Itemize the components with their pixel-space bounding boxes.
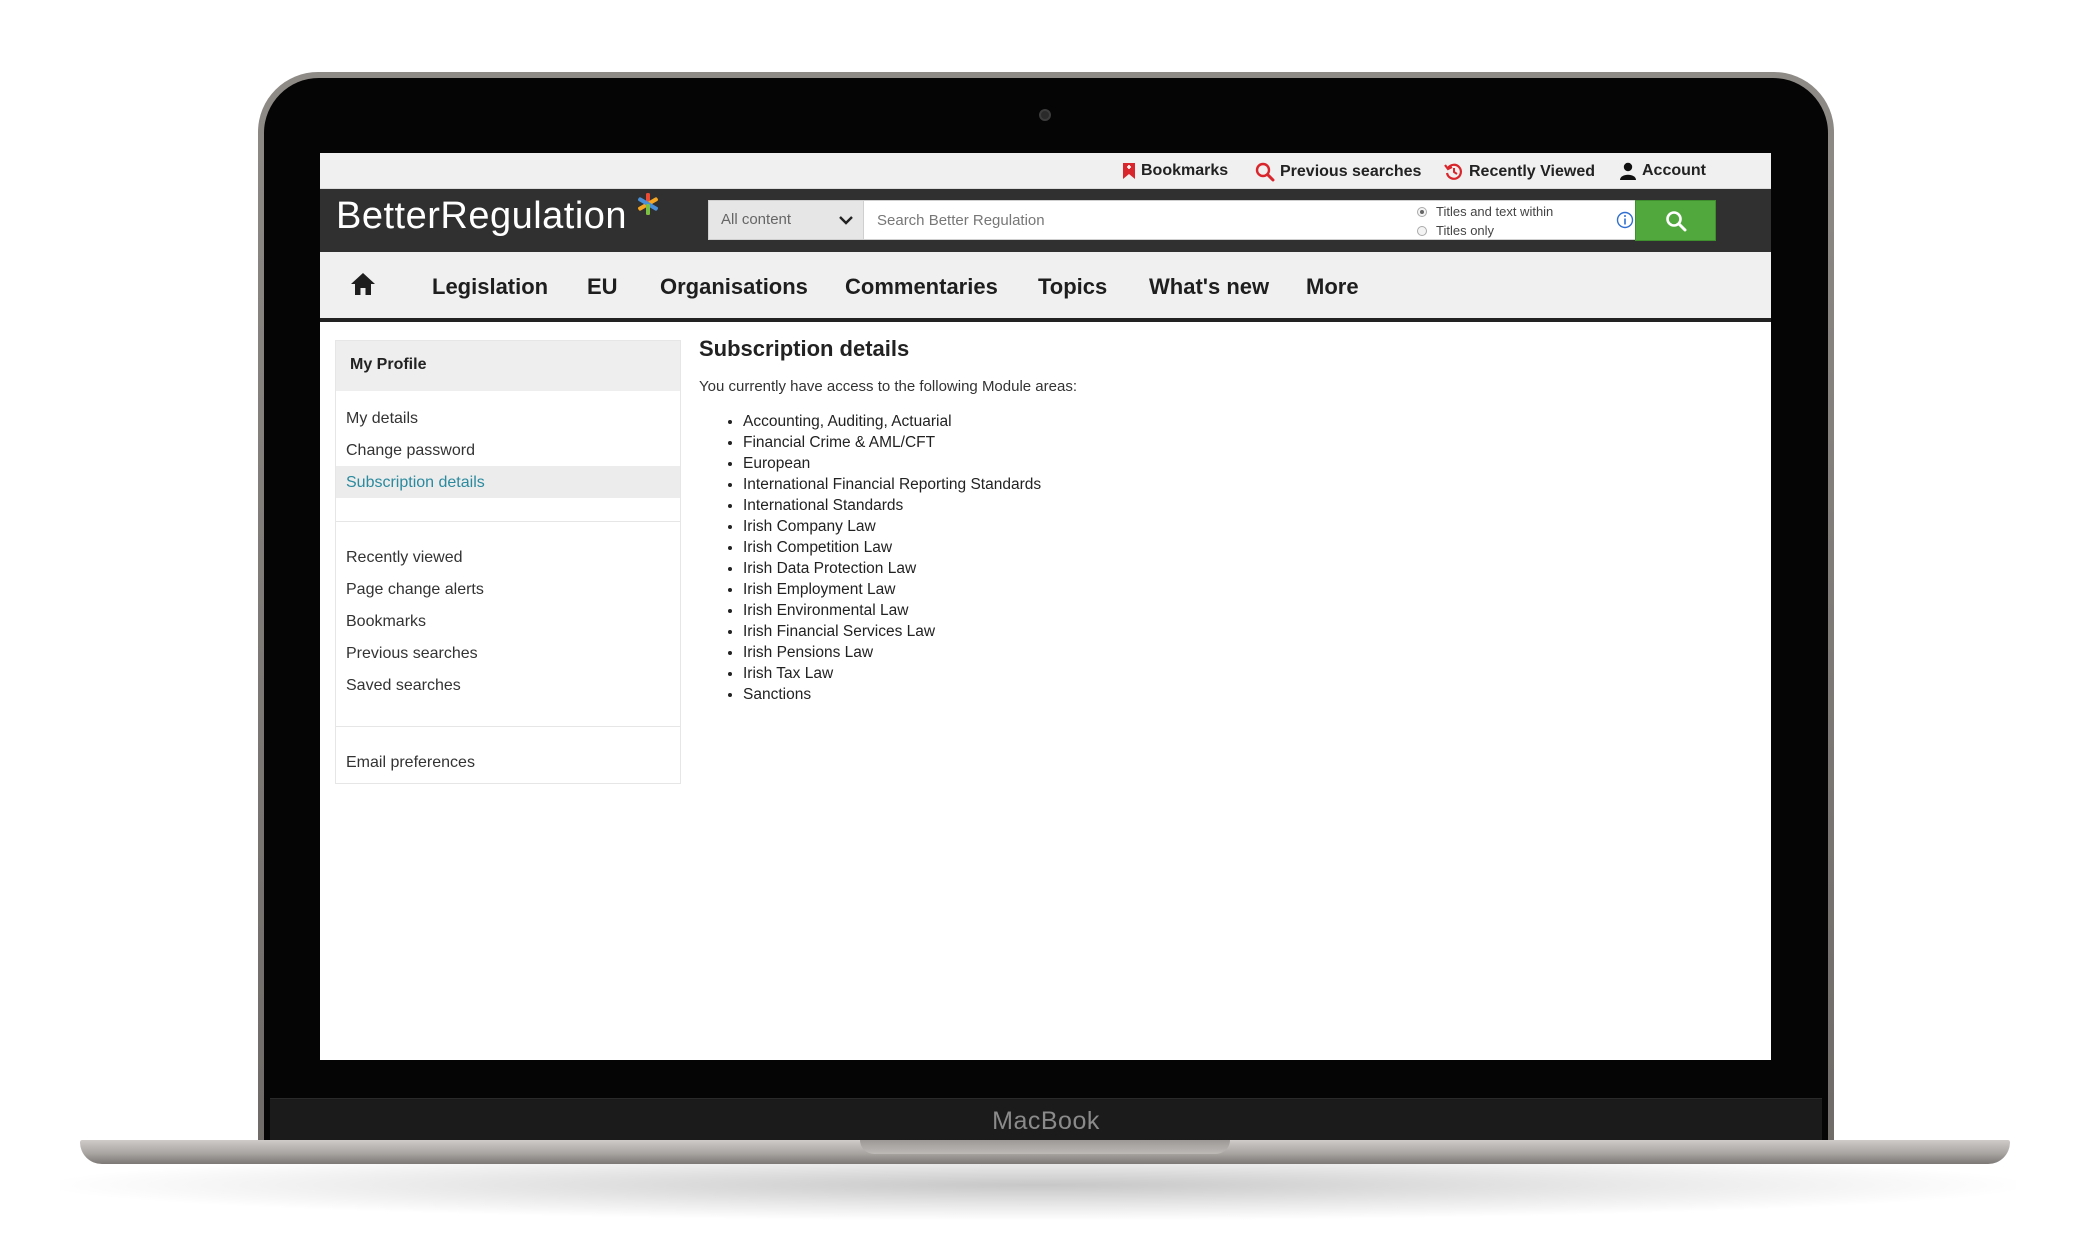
utility-bar: Bookmarks Previous searches Recently Vie… xyxy=(320,153,1771,189)
search-input[interactable] xyxy=(865,201,1405,239)
radio-titles-only[interactable]: Titles only xyxy=(1417,223,1494,238)
device-brand-label: MacBook xyxy=(992,1107,1100,1135)
radio-titles-only-label: Titles only xyxy=(1436,223,1495,238)
chevron-down-icon xyxy=(839,216,853,225)
nav-item-eu[interactable]: EU xyxy=(587,274,618,300)
sidebar-item-bookmarks[interactable]: Bookmarks xyxy=(346,613,426,631)
search-history-icon xyxy=(1255,162,1275,182)
search-icon xyxy=(1665,210,1686,231)
main-nav: Legislation EU Organisations Commentarie… xyxy=(320,252,1771,322)
radio-button[interactable] xyxy=(1417,225,1427,236)
list-item: Irish Tax Law xyxy=(743,663,1041,684)
sidebar-item-my-details[interactable]: My details xyxy=(346,410,418,428)
site-logo[interactable]: BetterRegulation xyxy=(336,195,627,238)
search-bar: All content Titles and text within Title… xyxy=(708,200,1684,240)
logo-text: BetterRegulation xyxy=(336,195,628,237)
bookmarks-label: Bookmarks xyxy=(1141,162,1229,179)
list-item: Financial Crime & AML/CFT xyxy=(743,432,1041,453)
list-item: International Financial Reporting Standa… xyxy=(743,474,1041,495)
sidebar-divider xyxy=(336,521,680,522)
recently-viewed-label: Recently Viewed xyxy=(1469,163,1595,180)
home-icon[interactable] xyxy=(350,272,376,296)
sidebar-header: My Profile xyxy=(336,341,680,391)
account-label: Account xyxy=(1642,162,1706,179)
recently-viewed-link[interactable]: Recently Viewed xyxy=(1444,162,1595,182)
user-icon xyxy=(1620,162,1636,180)
previous-searches-label: Previous searches xyxy=(1280,163,1422,180)
page-title: Subscription details xyxy=(699,336,910,361)
list-item: Irish Financial Services Law xyxy=(743,621,1041,642)
list-item: Irish Pensions Law xyxy=(743,642,1041,663)
camera-icon xyxy=(1039,109,1051,121)
list-item: Sanctions xyxy=(743,684,1041,705)
list-item: Irish Environmental Law xyxy=(743,600,1041,621)
scope-value: All content xyxy=(721,211,792,228)
radio-titles-and-text-label: Titles and text within xyxy=(1436,204,1554,219)
sidebar-title: My Profile xyxy=(350,356,427,373)
profile-sidebar: My Profile My details Change password Su… xyxy=(335,340,681,784)
list-item: Irish Data Protection Law xyxy=(743,558,1041,579)
list-item: Irish Company Law xyxy=(743,516,1041,537)
content-intro: You currently have access to the followi… xyxy=(699,378,1077,395)
list-item: Irish Competition Law xyxy=(743,537,1041,558)
list-item: European xyxy=(743,453,1041,474)
asterisk-logo-icon xyxy=(638,193,658,215)
bookmark-icon xyxy=(1123,163,1135,179)
nav-item-legislation[interactable]: Legislation xyxy=(432,274,548,300)
sidebar-item-change-password[interactable]: Change password xyxy=(346,442,475,460)
sidebar-item-subscription-details[interactable]: Subscription details xyxy=(346,474,485,492)
laptop-chin: MacBook xyxy=(270,1098,1822,1144)
laptop-notch xyxy=(860,1140,1230,1154)
history-icon xyxy=(1444,163,1462,180)
nav-item-topics[interactable]: Topics xyxy=(1038,274,1107,300)
sidebar-divider xyxy=(336,726,680,727)
browser-screen: Bookmarks Previous searches Recently Vie… xyxy=(320,153,1771,1060)
content-scope-select[interactable]: All content xyxy=(709,201,864,239)
sidebar-item-previous-searches[interactable]: Previous searches xyxy=(346,645,478,663)
previous-searches-link[interactable]: Previous searches xyxy=(1255,162,1421,182)
sidebar-item-email-preferences[interactable]: Email preferences xyxy=(346,754,475,772)
nav-item-more[interactable]: More xyxy=(1306,274,1359,300)
radio-titles-and-text[interactable]: Titles and text within xyxy=(1417,204,1553,219)
site-header: BetterRegulation All content Titles and … xyxy=(320,189,1771,252)
list-item: Irish Employment Law xyxy=(743,579,1041,600)
radio-button-checked[interactable] xyxy=(1417,206,1427,217)
nav-item-organisations[interactable]: Organisations xyxy=(660,274,808,300)
search-button[interactable] xyxy=(1635,200,1716,241)
nav-item-commentaries[interactable]: Commentaries xyxy=(845,274,998,300)
list-item: International Standards xyxy=(743,495,1041,516)
sidebar-item-recently-viewed[interactable]: Recently viewed xyxy=(346,549,463,567)
info-icon[interactable] xyxy=(1616,211,1634,229)
sidebar-item-page-change-alerts[interactable]: Page change alerts xyxy=(346,581,484,599)
account-link[interactable]: Account xyxy=(1619,162,1706,180)
nav-item-whats-new[interactable]: What's new xyxy=(1149,274,1269,300)
module-list: Accounting, Auditing, Actuarial Financia… xyxy=(743,411,1041,705)
sidebar-item-saved-searches[interactable]: Saved searches xyxy=(346,677,461,695)
bookmarks-link[interactable]: Bookmarks xyxy=(1122,162,1228,180)
list-item: Accounting, Auditing, Actuarial xyxy=(743,411,1041,432)
